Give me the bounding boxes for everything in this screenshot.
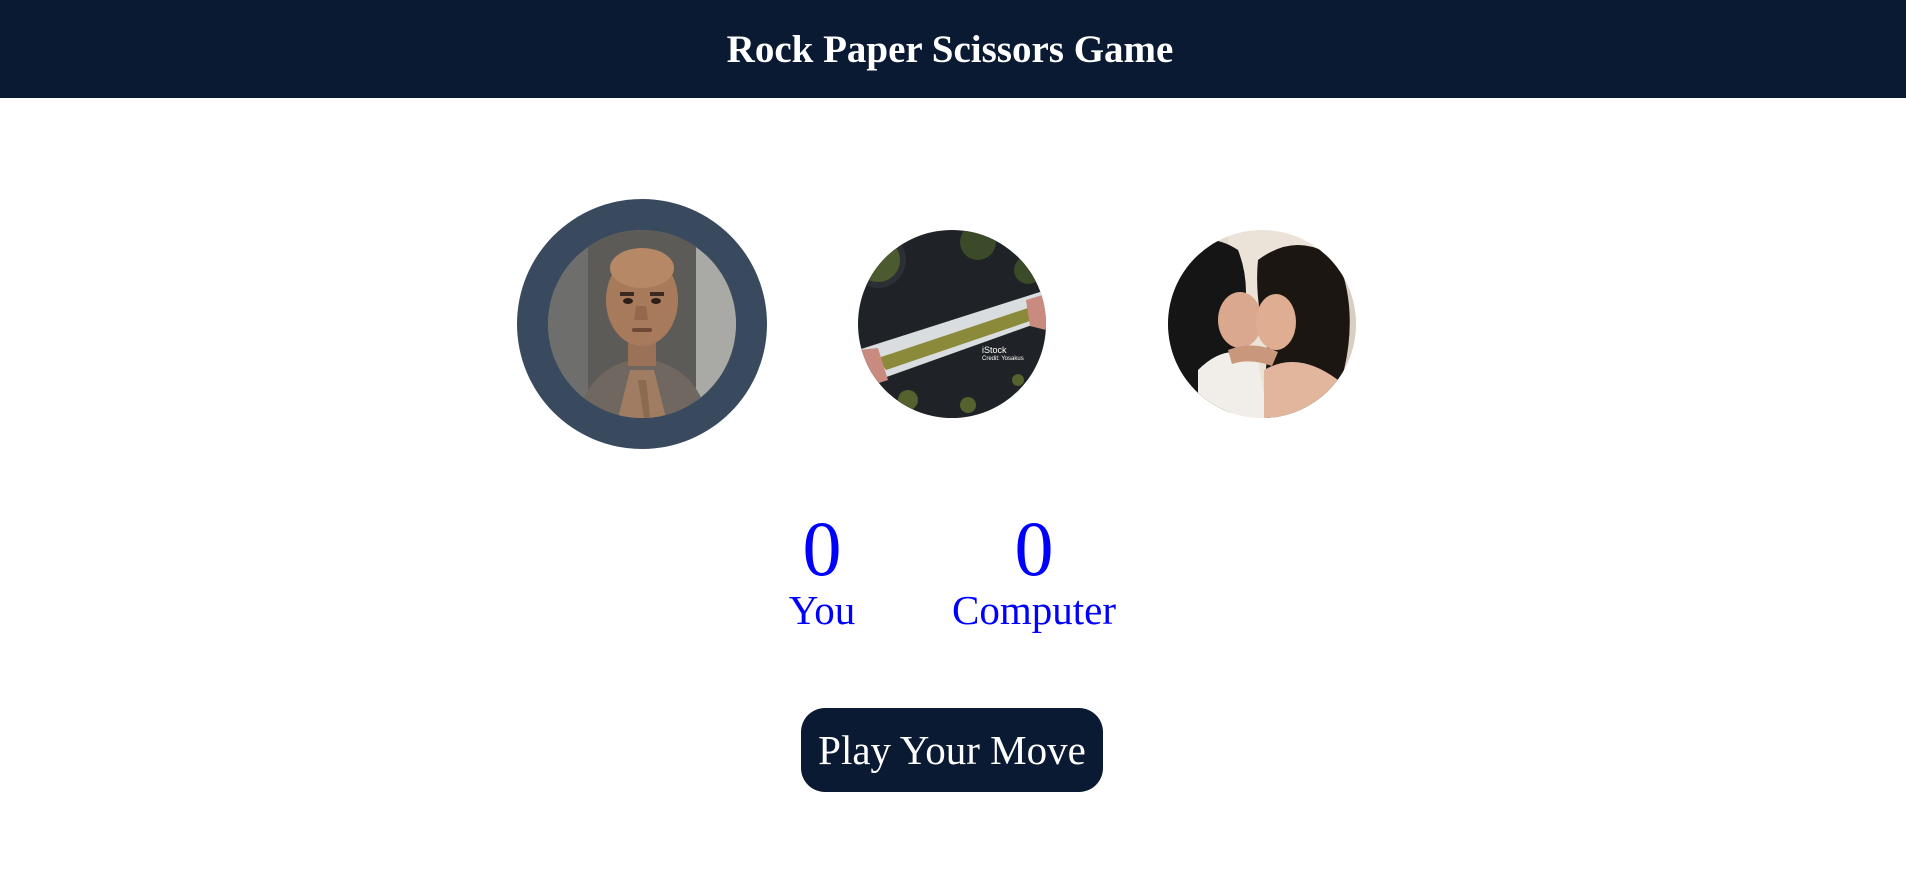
choice-rock[interactable] (517, 199, 767, 449)
watermark: iStock Credit: Yosakus (982, 345, 1024, 362)
scissors-image (1168, 230, 1356, 418)
scoreboard: 0 You 0 Computer (0, 510, 1906, 650)
page-title: Rock Paper Scissors Game (726, 27, 1174, 71)
rock-image (548, 230, 736, 418)
computer-score-value: 0 (1014, 505, 1054, 592)
play-move-button[interactable]: Play Your Move (801, 708, 1103, 792)
choice-scissors[interactable] (1137, 199, 1387, 449)
choice-paper[interactable]: iStock Credit: Yosakus (827, 199, 1077, 449)
user-score-label: You (788, 587, 856, 633)
user-score: 0 You (722, 510, 922, 631)
computer-score-label: Computer (952, 587, 1116, 633)
user-score-value: 0 (802, 505, 842, 592)
paper-image: iStock Credit: Yosakus (858, 230, 1046, 418)
computer-score: 0 Computer (934, 510, 1134, 631)
choices-row: iStock Credit: Yosakus (0, 199, 1906, 449)
header-bar: Rock Paper Scissors Game (0, 0, 1906, 98)
